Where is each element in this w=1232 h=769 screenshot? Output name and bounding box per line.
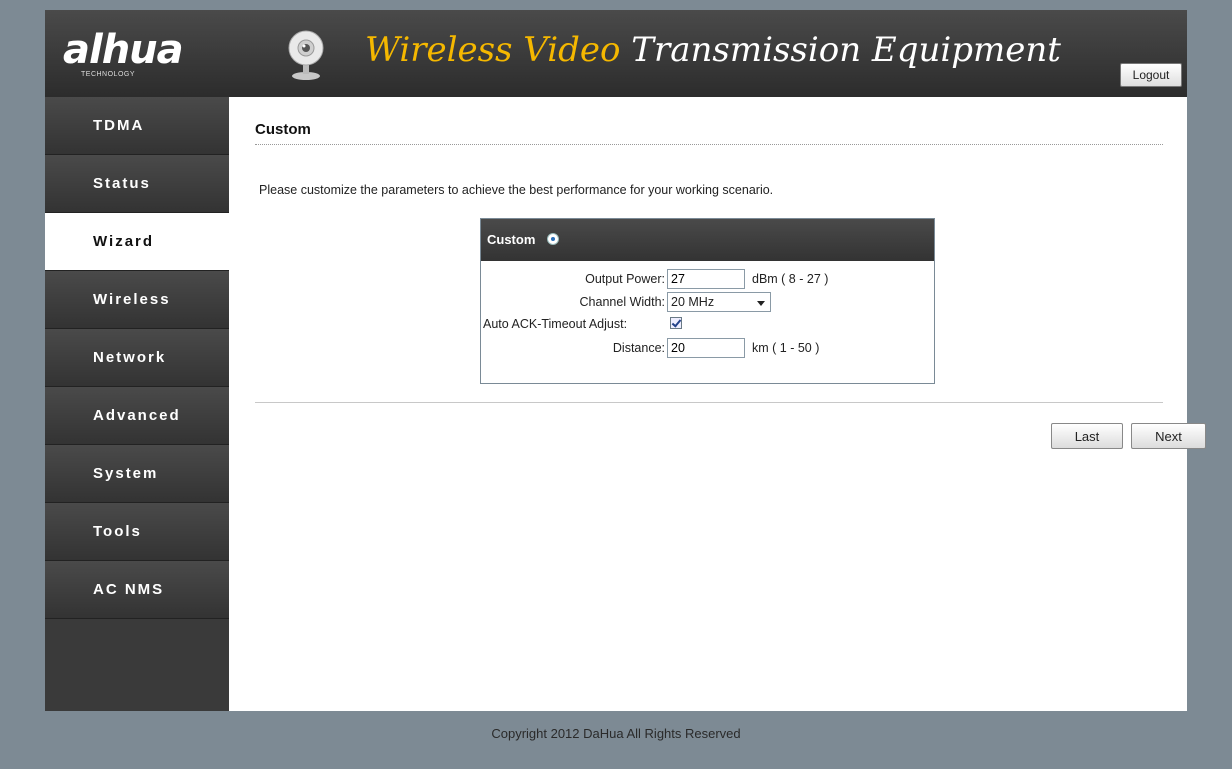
- last-button[interactable]: Last: [1051, 423, 1123, 449]
- title-part-accent: Wireless Video: [365, 30, 621, 70]
- brand-logo: alhua: [63, 27, 184, 73]
- ack-timeout-row: Auto ACK-Timeout Adjust:: [481, 313, 936, 335]
- output-power-unit: dBm ( 8 - 27 ): [752, 272, 829, 286]
- app-frame: alhua TECHNOLOGY Wireless Video Transmis…: [45, 10, 1206, 711]
- page-header-title: Wireless Video Transmission Equipment: [365, 30, 1061, 70]
- main-content: Custom Please customize the parameters t…: [229, 97, 1206, 711]
- webcam-icon: [288, 30, 324, 80]
- logout-button[interactable]: Logout: [1120, 63, 1182, 87]
- footer-copyright: Copyright 2012 DaHua All Rights Reserved: [491, 726, 741, 741]
- channel-width-value: 20 MHz: [671, 295, 715, 309]
- sidebar-item-tools[interactable]: Tools: [45, 503, 229, 561]
- panel-header: Custom: [481, 219, 934, 261]
- sidebar-item-advanced[interactable]: Advanced: [45, 387, 229, 445]
- section-divider: [255, 144, 1163, 145]
- sidebar-item-system[interactable]: System: [45, 445, 229, 503]
- section-title: Custom: [255, 121, 311, 138]
- form-divider: [255, 402, 1163, 403]
- sidebar-nav: TDMA Status Wizard Wireless Network Adva…: [45, 97, 229, 711]
- title-part-main: Transmission Equipment: [631, 30, 1061, 70]
- sidebar-item-ac-nms[interactable]: AC NMS: [45, 561, 229, 619]
- ack-timeout-checkbox[interactable]: [670, 317, 682, 329]
- channel-width-label: Channel Width:: [579, 295, 665, 309]
- custom-settings-panel: Custom Output Power: dBm ( 8 - 27 ) Chan…: [480, 218, 935, 384]
- output-power-input[interactable]: [667, 269, 745, 289]
- panel-title: Custom: [487, 232, 536, 247]
- distance-input[interactable]: [667, 338, 745, 358]
- sidebar-item-status[interactable]: Status: [45, 155, 229, 213]
- brand-logo-subtitle: TECHNOLOGY: [81, 71, 136, 78]
- header-bar: alhua TECHNOLOGY Wireless Video Transmis…: [45, 10, 1187, 97]
- channel-width-select[interactable]: 20 MHz: [667, 292, 771, 312]
- distance-row: Distance: km ( 1 - 50 ): [481, 337, 936, 359]
- intro-text: Please customize the parameters to achie…: [259, 183, 774, 197]
- output-power-row: Output Power: dBm ( 8 - 27 ): [481, 268, 936, 290]
- sidebar-item-tdma[interactable]: TDMA: [45, 97, 229, 155]
- chevron-down-icon: [757, 301, 765, 306]
- sidebar-item-network[interactable]: Network: [45, 329, 229, 387]
- next-button[interactable]: Next: [1131, 423, 1206, 449]
- sidebar-item-wireless[interactable]: Wireless: [45, 271, 229, 329]
- output-power-label: Output Power:: [585, 272, 665, 286]
- distance-label: Distance:: [612, 341, 665, 355]
- ack-timeout-label: Auto ACK-Timeout Adjust:: [483, 317, 628, 331]
- distance-unit: km ( 1 - 50 ): [752, 341, 820, 355]
- sidebar-item-wizard[interactable]: Wizard: [45, 213, 229, 271]
- channel-width-row: Channel Width: 20 MHz: [481, 291, 936, 313]
- custom-radio[interactable]: [547, 233, 560, 245]
